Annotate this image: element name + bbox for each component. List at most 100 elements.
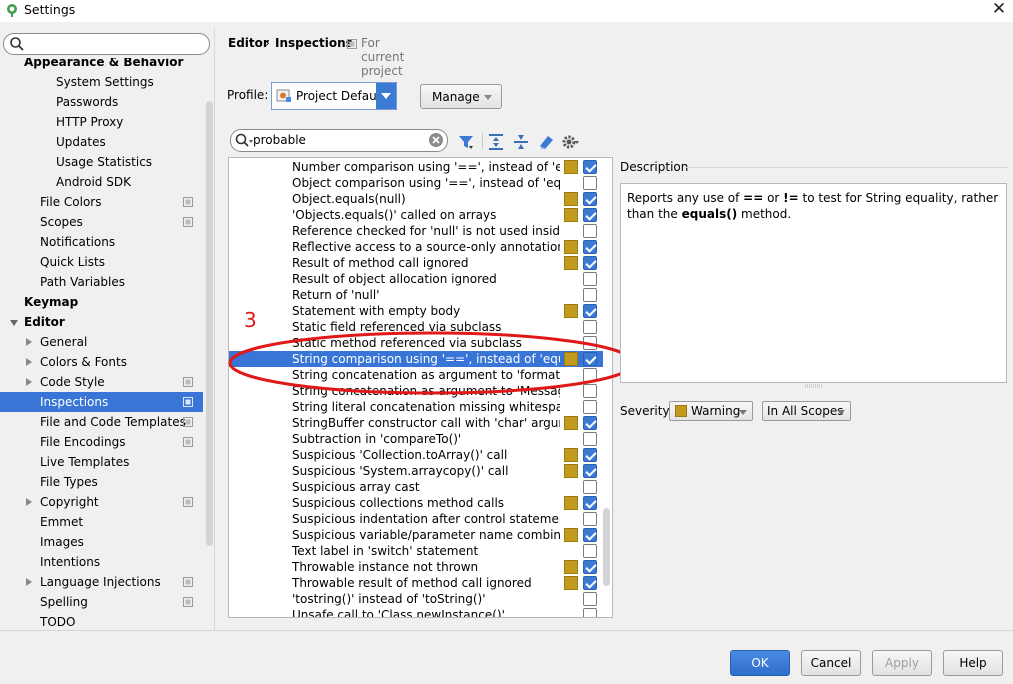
inspection-row[interactable]: Subtraction in 'compareTo()'	[229, 431, 603, 447]
sidebar-item[interactable]: Live Templates	[0, 452, 203, 472]
inspection-row[interactable]: Throwable instance not thrown	[229, 559, 603, 575]
inspection-checkbox[interactable]	[583, 352, 597, 366]
sidebar-item[interactable]: Editor	[0, 312, 203, 332]
sidebar-item[interactable]: Images	[0, 532, 203, 552]
inspection-checkbox[interactable]	[583, 400, 597, 414]
inspection-row[interactable]: Suspicious 'System.arraycopy()' call	[229, 463, 603, 479]
inspection-checkbox[interactable]	[583, 512, 597, 526]
sidebar-item[interactable]: Scopes	[0, 212, 203, 232]
chevron-right-icon[interactable]	[26, 358, 32, 366]
inspection-row[interactable]: 'Objects.equals()' called on arrays	[229, 207, 603, 223]
sidebar-item[interactable]: Code Style	[0, 372, 203, 392]
inspection-checkbox[interactable]	[583, 560, 597, 574]
sidebar-item[interactable]: Intentions	[0, 552, 203, 572]
inspection-checkbox[interactable]	[583, 448, 597, 462]
inspection-checkbox[interactable]	[583, 224, 597, 238]
sidebar-item[interactable]: File and Code Templates	[0, 412, 203, 432]
sidebar-scroll-thumb[interactable]	[206, 101, 213, 546]
inspection-row[interactable]: Result of object allocation ignored	[229, 271, 603, 287]
scope-dropdown[interactable]: In All Scopes	[762, 401, 851, 421]
sidebar-item[interactable]: General	[0, 332, 203, 352]
settings-search-input[interactable]	[3, 33, 210, 55]
profile-dropdown-button[interactable]	[376, 83, 396, 109]
inspection-row[interactable]: Reflective access to a source-only annot…	[229, 239, 603, 255]
inspection-row[interactable]: Suspicious collections method calls	[229, 495, 603, 511]
sidebar-item[interactable]: Passwords	[0, 92, 203, 112]
sidebar-scrollbar[interactable]	[204, 101, 214, 626]
chevron-right-icon[interactable]	[26, 578, 32, 586]
sidebar-item[interactable]: Android SDK	[0, 172, 203, 192]
inspection-checkbox[interactable]	[583, 464, 597, 478]
inspection-row[interactable]: String concatenation as argument to 'for…	[229, 367, 603, 383]
inspection-checkbox[interactable]	[583, 368, 597, 382]
profile-dropdown[interactable]: Project Default	[271, 82, 397, 110]
sidebar-item[interactable]: File Types	[0, 472, 203, 492]
sidebar-item[interactable]: File Colors	[0, 192, 203, 212]
inspection-checkbox[interactable]	[583, 576, 597, 590]
inspection-checkbox[interactable]	[583, 496, 597, 510]
inspection-row[interactable]: Suspicious indentation after control sta…	[229, 511, 603, 527]
chevron-right-icon[interactable]	[26, 378, 32, 386]
inspection-row[interactable]: Statement with empty body	[229, 303, 603, 319]
inspection-checkbox[interactable]	[583, 256, 597, 270]
ok-button[interactable]: OK	[730, 650, 790, 676]
sidebar-item[interactable]: Updates	[0, 132, 203, 152]
help-button[interactable]: Help	[943, 650, 1003, 676]
inspection-row[interactable]: Reference checked for 'null' is not used…	[229, 223, 603, 239]
apply-button[interactable]: Apply	[872, 650, 932, 676]
sidebar-item[interactable]: Copyright	[0, 492, 203, 512]
inspection-checkbox[interactable]	[583, 288, 597, 302]
sidebar-item[interactable]: Keymap	[0, 292, 203, 312]
inspection-row[interactable]: String literal concatenation missing whi…	[229, 399, 603, 415]
inspection-row[interactable]: Result of method call ignored	[229, 255, 603, 271]
inspection-row[interactable]: Suspicious array cast	[229, 479, 603, 495]
severity-dropdown[interactable]: Warning	[669, 401, 753, 421]
inspection-checkbox[interactable]	[583, 208, 597, 222]
expand-all-icon[interactable]	[487, 133, 505, 151]
sidebar-item[interactable]: System Settings	[0, 72, 203, 92]
reset-icon[interactable]	[537, 133, 555, 151]
inspection-filter-input[interactable]: probable	[230, 129, 448, 152]
inspection-checkbox[interactable]	[583, 320, 597, 334]
sidebar-item[interactable]: Quick Lists	[0, 252, 203, 272]
filter-icon[interactable]	[457, 133, 475, 151]
inspection-row[interactable]: Text label in 'switch' statement	[229, 543, 603, 559]
inspection-checkbox[interactable]	[583, 272, 597, 286]
inspections-scroll-thumb[interactable]	[603, 508, 610, 586]
sidebar-item[interactable]: Language Injections	[0, 572, 203, 592]
inspection-row[interactable]: Suspicious variable/parameter name combi…	[229, 527, 603, 543]
inspection-checkbox[interactable]	[583, 336, 597, 350]
inspection-row[interactable]: 'tostring()' instead of 'toString()'	[229, 591, 603, 607]
clear-icon[interactable]	[428, 132, 444, 148]
chevron-right-icon[interactable]	[26, 498, 32, 506]
cancel-button[interactable]: Cancel	[801, 650, 861, 676]
inspection-row[interactable]: Unsafe call to 'Class.newInstance()'	[229, 607, 603, 617]
inspection-checkbox[interactable]	[583, 160, 597, 174]
settings-icon[interactable]	[561, 133, 579, 151]
sidebar-item[interactable]: Appearance & Behavior	[0, 58, 203, 72]
sidebar-item[interactable]: Inspections	[0, 392, 203, 412]
inspection-row[interactable]: String comparison using '==', instead of…	[229, 351, 603, 367]
inspection-checkbox[interactable]	[583, 528, 597, 542]
collapse-all-icon[interactable]	[512, 133, 530, 151]
inspection-row[interactable]: Suspicious 'Collection.toArray()' call	[229, 447, 603, 463]
inspection-checkbox[interactable]	[583, 304, 597, 318]
inspection-checkbox[interactable]	[583, 240, 597, 254]
chevron-down-icon[interactable]	[10, 320, 18, 326]
inspection-row[interactable]: Throwable result of method call ignored	[229, 575, 603, 591]
sidebar-item[interactable]: TODO	[0, 612, 203, 628]
inspection-checkbox[interactable]	[583, 544, 597, 558]
sidebar-item[interactable]: Spelling	[0, 592, 203, 612]
inspection-checkbox[interactable]	[583, 608, 597, 617]
inspection-checkbox[interactable]	[583, 480, 597, 494]
inspection-row[interactable]: Static field referenced via subclass	[229, 319, 603, 335]
inspection-row[interactable]: Number comparison using '==', instead of…	[229, 159, 603, 175]
inspection-row[interactable]: StringBuffer constructor call with 'char…	[229, 415, 603, 431]
manage-button[interactable]: Manage	[420, 84, 502, 109]
inspection-row[interactable]: Object.equals(null)	[229, 191, 603, 207]
splitter-grip-icon[interactable]	[805, 384, 823, 388]
sidebar-item[interactable]: Path Variables	[0, 272, 203, 292]
close-icon[interactable]: ✕	[991, 0, 1007, 19]
sidebar-item[interactable]: Notifications	[0, 232, 203, 252]
inspection-row[interactable]: Static method referenced via subclass	[229, 335, 603, 351]
